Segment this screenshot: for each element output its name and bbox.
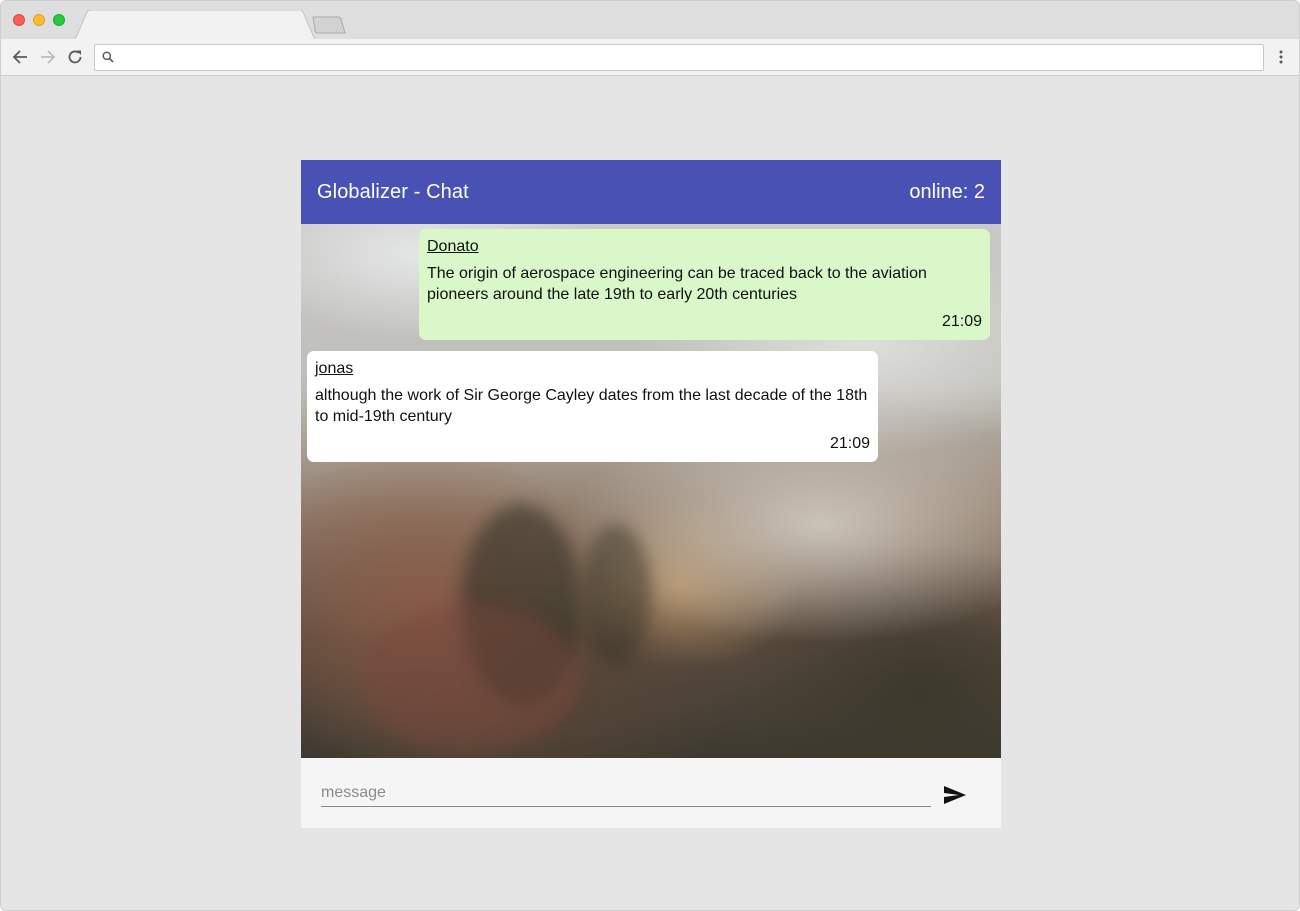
- message-time: 21:09: [941, 313, 982, 330]
- browser-toolbar: [1, 39, 1299, 76]
- search-icon: [102, 51, 114, 63]
- send-icon: [944, 786, 966, 804]
- message-author[interactable]: jonas: [315, 359, 870, 379]
- browser-menu-button[interactable]: [1273, 48, 1289, 66]
- message-input[interactable]: [321, 780, 931, 807]
- page-viewport: Globalizer - Chat online: 2 Donato The or…: [1, 76, 1299, 910]
- message-author[interactable]: Donato: [427, 237, 982, 257]
- background-image-detail: [581, 524, 651, 664]
- messages-area[interactable]: Donato The origin of aerospace engineeri…: [301, 224, 1001, 758]
- forward-button[interactable]: [38, 47, 58, 67]
- kebab-menu-icon: [1279, 50, 1283, 64]
- tab-strip: [1, 1, 1299, 40]
- minimize-window-button[interactable]: [33, 14, 45, 26]
- chat-header: Globalizer - Chat online: 2: [301, 160, 1001, 224]
- maximize-window-button[interactable]: [53, 14, 65, 26]
- back-button[interactable]: [10, 47, 30, 67]
- online-indicator: online: 2: [909, 181, 985, 204]
- online-count: 2: [973, 181, 985, 203]
- active-tab[interactable]: [75, 10, 315, 40]
- chat-window: Globalizer - Chat online: 2 Donato The or…: [301, 160, 1001, 828]
- chat-title: Globalizer - Chat: [317, 181, 469, 203]
- background-image-detail: [361, 604, 581, 754]
- message-time: 21:09: [829, 435, 870, 452]
- message-text: although the work of Sir George Cayley d…: [315, 387, 868, 425]
- arrow-left-icon: [12, 50, 27, 64]
- message-text: The origin of aerospace engineering can …: [427, 265, 927, 303]
- browser-window: Globalizer - Chat online: 2 Donato The or…: [0, 0, 1300, 911]
- reload-button[interactable]: [65, 47, 85, 67]
- send-button[interactable]: [941, 782, 969, 808]
- close-window-button[interactable]: [13, 14, 25, 26]
- address-input[interactable]: [121, 47, 1255, 68]
- online-label: online:: [909, 181, 969, 203]
- message-composer: [301, 758, 1001, 828]
- address-bar[interactable]: [94, 44, 1264, 71]
- message-bubble-other: jonas although the work of Sir George Ca…: [307, 351, 878, 462]
- arrow-right-icon: [41, 50, 56, 64]
- new-tab-button[interactable]: [311, 16, 347, 34]
- message-bubble-own: Donato The origin of aerospace engineeri…: [419, 229, 990, 340]
- reload-icon: [68, 50, 82, 64]
